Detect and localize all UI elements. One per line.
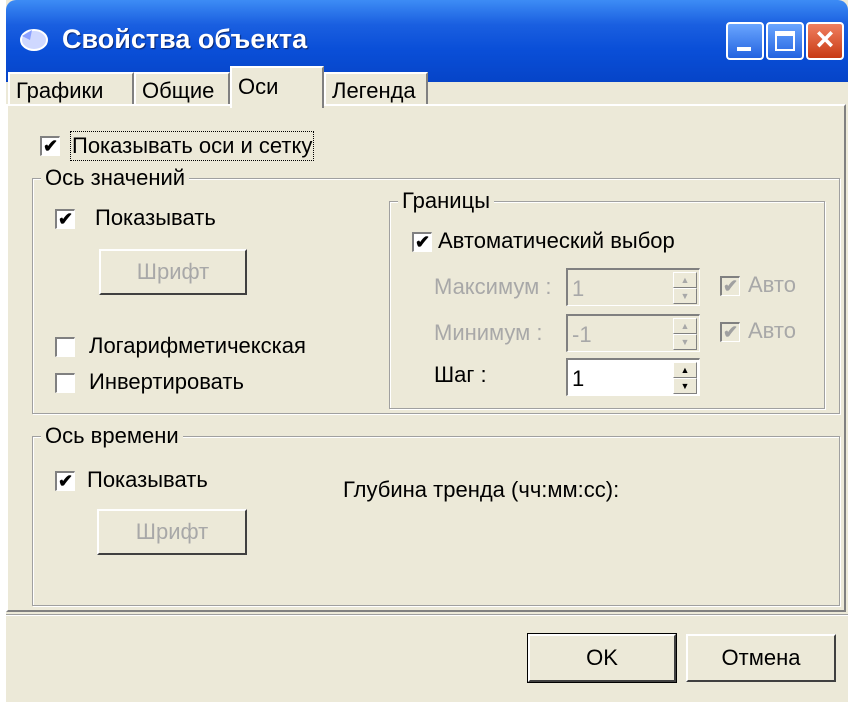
min-auto-checkbox[interactable]: ✔ bbox=[720, 322, 740, 342]
time-axis-title: Ось времени bbox=[41, 423, 183, 449]
value-show-checkbox[interactable]: ✔ bbox=[55, 209, 75, 229]
logarithmic-label: Логарифметичекская bbox=[89, 333, 306, 358]
max-spinbox[interactable]: 1 ▲ ▼ bbox=[566, 268, 700, 306]
time-font-button[interactable]: Шрифт bbox=[97, 509, 247, 555]
tab-graphs[interactable]: Графики bbox=[8, 72, 134, 106]
show-axes-checkbox[interactable]: ✔ bbox=[40, 136, 60, 156]
min-value: -1 bbox=[572, 322, 592, 347]
tab-legend[interactable]: Легенда bbox=[324, 72, 428, 106]
step-label: Шаг : bbox=[434, 362, 487, 387]
spin-up-icon[interactable]: ▲ bbox=[673, 362, 697, 378]
value-font-button[interactable]: Шрифт bbox=[99, 249, 247, 295]
close-icon: × bbox=[815, 21, 835, 57]
dialog-window: Свойства объекта × Графики Общие Оси Лег… bbox=[6, 0, 848, 702]
tab-page-axes: ✔ Показывать оси и сетку Ось значений ✔ … bbox=[6, 104, 846, 612]
trend-depth-label: Глубина тренда (чч:мм:сс): bbox=[343, 477, 620, 502]
value-show-label: Показывать bbox=[95, 205, 216, 230]
auto-bounds-label: Автоматический выбор bbox=[438, 228, 675, 253]
show-axes-label: Показывать оси и сетку bbox=[69, 131, 315, 161]
logarithmic-checkbox[interactable] bbox=[55, 337, 75, 357]
button-area-divider bbox=[6, 614, 848, 616]
spin-down-icon[interactable]: ▼ bbox=[673, 288, 697, 304]
cancel-button[interactable]: Отмена bbox=[686, 634, 836, 682]
spin-down-icon[interactable]: ▼ bbox=[673, 334, 697, 350]
value-axis-group: Ось значений ✔ Показывать Шрифт Логарифм… bbox=[32, 165, 840, 414]
minimize-button[interactable] bbox=[726, 22, 764, 60]
spin-up-icon[interactable]: ▲ bbox=[673, 318, 697, 334]
invert-label: Инвертировать bbox=[89, 369, 244, 394]
step-spinbox[interactable]: 1 ▲ ▼ bbox=[566, 358, 700, 396]
maximize-button[interactable] bbox=[766, 22, 804, 60]
spin-up-icon[interactable]: ▲ bbox=[673, 272, 697, 288]
max-auto-checkbox[interactable]: ✔ bbox=[720, 276, 740, 296]
min-spinbox[interactable]: -1 ▲ ▼ bbox=[566, 314, 700, 352]
title-bar[interactable]: Свойства объекта × bbox=[6, 0, 848, 82]
min-label: Минимум : bbox=[434, 320, 543, 345]
tab-axes[interactable]: Оси bbox=[230, 66, 324, 108]
app-icon bbox=[20, 29, 48, 51]
minimize-icon bbox=[737, 47, 751, 51]
auto-bounds-checkbox[interactable]: ✔ bbox=[412, 232, 432, 252]
bounds-title: Границы bbox=[398, 188, 494, 214]
ok-button[interactable]: OK bbox=[527, 633, 677, 683]
tab-general[interactable]: Общие bbox=[134, 72, 230, 106]
spin-down-icon[interactable]: ▼ bbox=[673, 378, 697, 394]
time-show-label: Показывать bbox=[87, 467, 208, 492]
close-button[interactable]: × bbox=[806, 21, 844, 60]
min-auto-label: Авто bbox=[748, 318, 796, 343]
step-value: 1 bbox=[572, 366, 585, 391]
max-value: 1 bbox=[572, 276, 585, 301]
value-axis-title: Ось значений bbox=[41, 165, 190, 191]
bounds-group: Границы ✔ Автоматический выбор Максимум … bbox=[389, 188, 825, 409]
max-label: Максимум : bbox=[434, 274, 552, 299]
maximize-icon bbox=[775, 31, 795, 51]
time-axis-group: Ось времени ✔ Показывать Глубина тренда … bbox=[32, 423, 840, 606]
time-show-checkbox[interactable]: ✔ bbox=[55, 471, 75, 491]
max-auto-label: Авто bbox=[748, 272, 796, 297]
invert-checkbox[interactable] bbox=[55, 373, 75, 393]
window-title: Свойства объекта bbox=[62, 24, 308, 54]
